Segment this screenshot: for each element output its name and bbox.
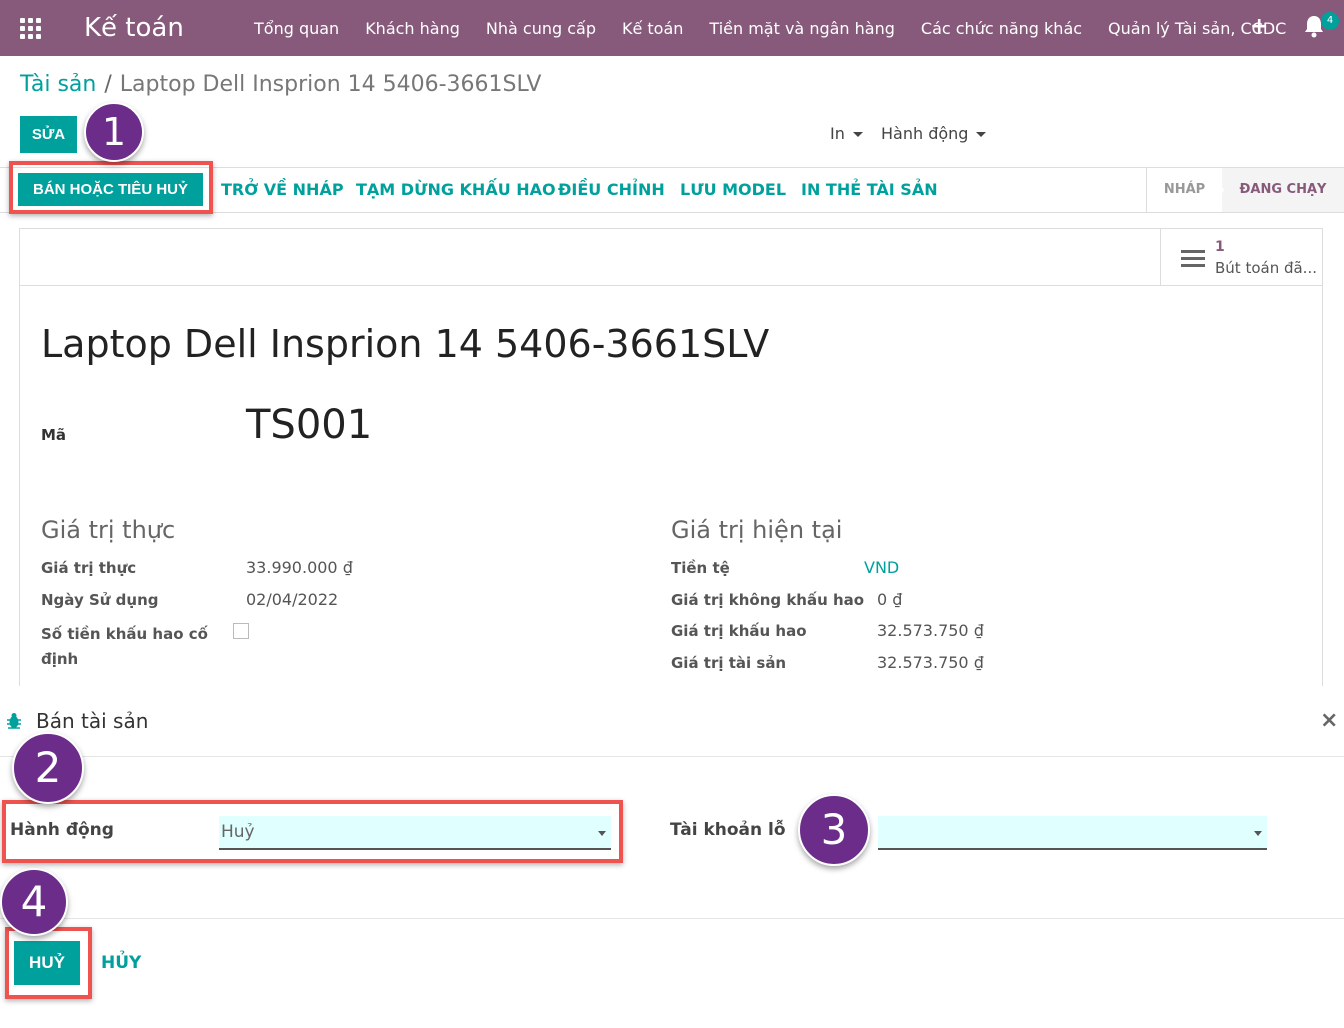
currency-label: Tiền tệ — [671, 559, 730, 577]
button-box: 1 Bút toán đã... — [20, 229, 1322, 286]
asset-value-value: 32.573.750 ₫ — [877, 653, 984, 672]
menu-item-vendors[interactable]: Nhà cung cấp — [486, 19, 596, 38]
action-dropdown[interactable]: Hành động — [881, 124, 987, 143]
highlight-box-action-field — [2, 800, 623, 863]
main-menu: Tổng quan Khách hàng Nhà cung cấp Kế toá… — [254, 19, 1312, 38]
print-asset-card-button[interactable]: IN THẺ TÀI SẢN — [801, 180, 938, 199]
notification-badge: 4 — [1321, 12, 1339, 30]
journal-entries-smart-button[interactable]: 1 Bút toán đã... — [1160, 229, 1322, 286]
dialog-footer-divider — [0, 918, 1344, 919]
list-icon — [1181, 250, 1205, 268]
stage-running[interactable]: ĐANG CHẠY — [1222, 168, 1344, 212]
dialog-title: Bán tài sản — [36, 709, 149, 733]
print-dropdown[interactable]: In — [830, 124, 863, 143]
bug-icon[interactable] — [6, 712, 22, 730]
currency-link[interactable]: VND — [864, 558, 899, 577]
journal-entries-label: Bút toán đã... — [1215, 259, 1317, 277]
step-marker-4: 4 — [0, 868, 68, 936]
journal-entries-count: 1 — [1215, 239, 1225, 255]
loss-account-select[interactable] — [878, 816, 1267, 850]
fixed-depreciation-amount-label: Số tiền khấu hao cố định — [41, 625, 208, 668]
step-marker-3: 3 — [798, 794, 870, 866]
menu-item-customers[interactable]: Khách hàng — [365, 19, 460, 38]
cancel-button[interactable]: HỦY — [101, 953, 141, 973]
non-depreciable-value-value: 0 ₫ — [877, 590, 903, 609]
original-value-label: Giá trị thực — [41, 559, 137, 577]
code-label: Mã — [41, 426, 67, 444]
reset-to-draft-button[interactable]: TRỞ VỀ NHÁP — [221, 180, 344, 199]
top-navbar: Kế toán Tổng quan Khách hàng Nhà cung cấ… — [0, 0, 1344, 56]
step-marker-1: 1 — [84, 102, 144, 162]
plus-icon[interactable]: + — [1250, 14, 1268, 39]
section-current-value-title: Giá trị hiện tại — [671, 516, 843, 544]
breadcrumb-parent-link[interactable]: Tài sản — [20, 72, 96, 97]
apps-grid-icon[interactable] — [20, 18, 42, 39]
dialog-header-divider — [0, 756, 1344, 757]
step-marker-2: 2 — [12, 732, 84, 804]
menu-item-other-functions[interactable]: Các chức năng khác — [921, 19, 1082, 38]
save-model-button[interactable]: LƯU MODEL — [680, 180, 786, 199]
asset-title: Laptop Dell Insprion 14 5406-3661SLV — [41, 322, 770, 366]
non-depreciable-value-label: Giá trị không khấu hao — [671, 591, 865, 609]
menu-item-overview[interactable]: Tổng quan — [254, 19, 339, 38]
chevron-down-icon — [852, 132, 863, 137]
acquisition-date-value: 02/04/2022 — [246, 590, 339, 609]
chevron-down-icon — [976, 132, 987, 137]
breadcrumb-current: Laptop Dell Insprion 14 5406-3661SLV — [119, 72, 542, 97]
code-value: TS001 — [246, 402, 373, 448]
stage-arrow-divider — [1212, 168, 1224, 212]
action-dropdown-label: Hành động — [881, 124, 969, 143]
depreciable-value-label: Giá trị khấu hao — [671, 622, 807, 640]
edit-button[interactable]: SỬA — [20, 116, 77, 153]
fixed-depreciation-checkbox[interactable] — [233, 623, 249, 639]
loss-account-label: Tài khoản lỗ — [670, 820, 786, 840]
menu-item-accounting[interactable]: Kế toán — [622, 19, 683, 38]
app-title: Kế toán — [84, 13, 184, 43]
original-value-value: 33.990.000 ₫ — [246, 558, 353, 577]
stage-draft[interactable]: NHÁP — [1146, 168, 1222, 212]
depreciable-value-value: 32.573.750 ₫ — [877, 621, 984, 640]
menu-item-cash-bank[interactable]: Tiền mặt và ngân hàng — [709, 19, 894, 38]
breadcrumb-separator: / — [104, 72, 112, 97]
modify-button[interactable]: ĐIỀU CHỈNH — [558, 180, 665, 199]
section-original-value-title: Giá trị thực — [41, 516, 176, 544]
breadcrumb: Tài sản / Laptop Dell Insprion 14 5406-366… — [20, 72, 541, 97]
highlight-box-sell-button — [9, 161, 213, 214]
asset-value-label: Giá trị tài sản — [671, 654, 787, 672]
highlight-box-confirm-button — [5, 927, 92, 999]
acquisition-date-label: Ngày Sử dụng — [41, 591, 159, 609]
print-dropdown-label: In — [830, 124, 845, 143]
chevron-down-icon — [1254, 831, 1262, 836]
pause-depreciation-button[interactable]: TẠM DỪNG KHẤU HAO — [356, 180, 556, 199]
close-icon[interactable]: × — [1320, 708, 1338, 733]
